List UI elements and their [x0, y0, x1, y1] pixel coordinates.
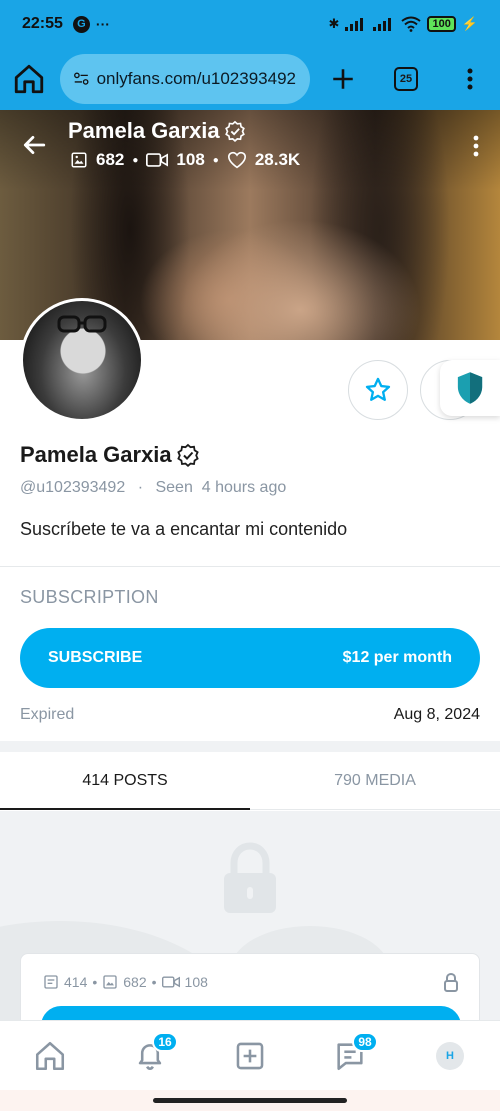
status-time: 22:55 — [22, 15, 63, 32]
back-icon[interactable] — [20, 132, 48, 158]
divider — [0, 566, 500, 567]
user-avatar: H — [436, 1041, 464, 1070]
heart-icon — [227, 151, 246, 169]
signal-icon-2 — [373, 18, 392, 31]
avatar-glasses — [57, 315, 107, 333]
home-icon[interactable] — [12, 62, 46, 96]
profile-bio: Suscríbete te va a encantar mi contenido — [20, 519, 348, 539]
image-icon — [71, 152, 87, 168]
plus-icon[interactable] — [330, 66, 356, 92]
video-icon — [161, 976, 180, 988]
likes-count: 28.3K — [254, 150, 301, 169]
verified-icon — [224, 120, 245, 142]
verified-icon — [176, 443, 199, 467]
nav-profile[interactable]: H — [420, 1026, 480, 1086]
locked-content-card: 414 • 682 • 108 — [20, 953, 480, 1021]
subscription-heading: SUBSCRIPTION — [20, 587, 159, 607]
locked-video-count: 108 — [184, 974, 208, 990]
gesture-area — [0, 1090, 500, 1111]
nav-home[interactable] — [20, 1026, 80, 1086]
last-seen: Seen 4 hours ago — [155, 479, 287, 496]
avatar[interactable] — [20, 298, 144, 422]
status-more-dots: ··· — [95, 16, 110, 32]
locked-post-count: 414 — [64, 974, 88, 990]
unlock-subscribe-button[interactable] — [41, 1006, 461, 1021]
subscribe-price: $12 per month — [342, 649, 452, 666]
nav-messages[interactable]: 98 — [320, 1026, 380, 1086]
shield-icon — [457, 372, 483, 404]
wifi-icon — [401, 16, 422, 32]
section-separator — [0, 741, 500, 752]
tab-media[interactable]: 790 MEDIA — [250, 752, 500, 809]
subscribe-label: SUBSCRIBE — [48, 649, 143, 666]
profile-name-text: Pamela Garxia — [20, 442, 172, 467]
tab-switcher-button[interactable]: 25 — [394, 67, 418, 91]
bottom-navigation: 16 98 H — [0, 1020, 500, 1090]
video-count: 108 — [176, 150, 205, 169]
locked-content-area: 414 • 682 • 108 — [0, 811, 500, 1021]
tab-posts[interactable]: 414 POSTS — [0, 752, 250, 810]
g-app-icon: G — [72, 15, 90, 33]
cover-title: Pamela Garxia — [68, 118, 246, 144]
lock-icon — [444, 972, 458, 992]
locked-card-stats: 414 • 682 • 108 — [43, 974, 208, 990]
more-icon[interactable] — [466, 67, 474, 91]
post-icon — [44, 975, 58, 989]
url-bar[interactable]: onlyfans.com/u102393492 — [60, 54, 310, 104]
cover-name: Pamela Garxia — [68, 118, 220, 143]
charging-icon: ⚡ — [461, 16, 478, 31]
home-icon — [35, 1041, 65, 1070]
notifications-badge: 16 — [152, 1031, 178, 1052]
lock-icon — [224, 842, 276, 913]
bluetooth-icon: ✱ — [328, 16, 340, 31]
nav-notifications[interactable]: 16 — [120, 1026, 180, 1086]
messages-badge: 98 — [352, 1031, 378, 1052]
gesture-handle[interactable] — [153, 1098, 347, 1103]
expired-label: Expired — [20, 706, 75, 723]
privacy-shield-button[interactable] — [440, 360, 500, 416]
favorite-button[interactable] — [348, 360, 408, 420]
star-icon — [365, 377, 391, 401]
url-text: onlyfans.com/u102393492 — [96, 69, 296, 88]
expired-date: Aug 8, 2024 — [393, 706, 480, 723]
photo-count: 682 — [96, 150, 125, 169]
locked-photo-count: 682 — [123, 974, 147, 990]
profile-name: Pamela Garxia — [20, 442, 200, 468]
signal-icon — [345, 18, 364, 31]
subscribe-button[interactable]: SUBSCRIBE $12 per month — [20, 628, 480, 688]
profile-meta: @u102393492 · Seen 4 hours ago — [20, 479, 287, 496]
content-tabs: 414 POSTS 790 MEDIA — [0, 752, 500, 810]
status-bar: 22:55 G ··· ✱ 100 ⚡ — [0, 0, 500, 48]
cover-stats: 682 ● 108 ● 28.3K — [70, 150, 300, 170]
add-post-icon — [236, 1042, 264, 1069]
video-icon — [146, 153, 169, 167]
profile-more-icon[interactable] — [472, 134, 480, 158]
site-settings-icon[interactable] — [74, 70, 89, 88]
tab-switcher-icon: 25 — [394, 67, 418, 91]
username: @u102393492 — [20, 479, 126, 496]
image-icon — [103, 975, 117, 989]
nav-add-post[interactable] — [220, 1026, 280, 1086]
status-indicators: ✱ 100 ⚡ — [329, 16, 478, 32]
battery-indicator: 100 — [427, 16, 456, 32]
browser-toolbar: onlyfans.com/u102393492 25 — [0, 48, 500, 110]
